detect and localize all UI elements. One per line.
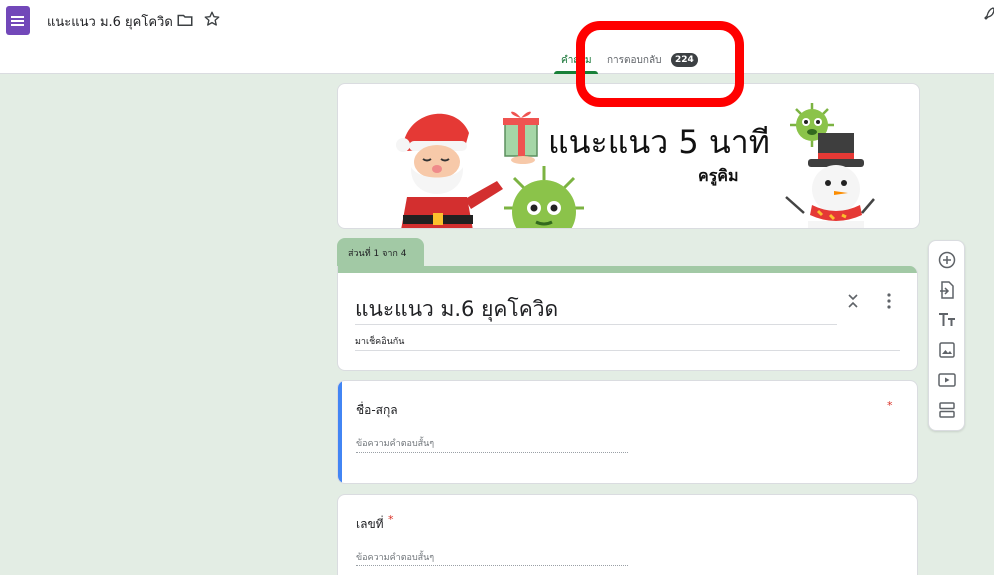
- virus-illustration: [504, 166, 584, 228]
- form-description[interactable]: มาเช็คอินกัน: [355, 334, 404, 348]
- description-underline: [355, 350, 900, 351]
- form-title[interactable]: แนะแนว ม.6 ยุคโควิด: [355, 293, 558, 326]
- section-indicator-tab: ส่วนที่ 1 จาก 4: [337, 238, 424, 267]
- required-asterisk: *: [887, 399, 893, 412]
- gift-illustration: [503, 111, 539, 164]
- document-title[interactable]: แนะแนว ม.6 ยุคโควิด: [47, 11, 173, 32]
- add-question-icon[interactable]: [937, 250, 957, 270]
- red-highlight-annotation: [576, 21, 744, 107]
- collapse-section-icon[interactable]: [846, 292, 860, 310]
- question-label[interactable]: ชื่อ-สกุล: [356, 401, 398, 420]
- form-title-card[interactable]: แนะแนว ม.6 ยุคโควิด มาเช็คอินกัน: [337, 266, 918, 371]
- short-answer-line: [356, 452, 628, 453]
- required-asterisk: *: [388, 513, 394, 526]
- short-answer-placeholder: ข้อความคำตอบสั้นๆ: [356, 439, 435, 449]
- top-bar: แนะแนว ม.6 ยุคโควิด คำถาม การตอบกลับ 224: [0, 0, 994, 74]
- star-icon[interactable]: [203, 10, 221, 28]
- add-title-icon[interactable]: [937, 310, 957, 330]
- add-video-icon[interactable]: [937, 370, 957, 390]
- google-forms-logo-icon[interactable]: [6, 6, 30, 35]
- santa-illustration: [396, 113, 503, 228]
- snowman-illustration: [785, 133, 875, 228]
- question-card-number[interactable]: เลขที่ * ข้อความคำตอบสั้นๆ: [337, 494, 918, 575]
- active-question-indicator: [338, 381, 342, 483]
- title-underline: [355, 324, 837, 325]
- import-questions-icon[interactable]: [937, 280, 957, 300]
- customize-theme-icon[interactable]: [983, 6, 994, 22]
- question-label[interactable]: เลขที่: [356, 515, 384, 534]
- short-answer-line: [356, 565, 628, 566]
- add-section-icon[interactable]: [937, 400, 957, 420]
- theme-color-bar: [338, 266, 917, 273]
- floating-toolbar: [928, 240, 965, 431]
- more-options-icon[interactable]: [882, 292, 896, 310]
- add-image-icon[interactable]: [937, 340, 957, 360]
- banner-subtitle: ครูคิม: [698, 166, 739, 185]
- banner-title: แนะแนว 5 นาที: [548, 123, 770, 161]
- short-answer-placeholder: ข้อความคำตอบสั้นๆ: [356, 553, 435, 563]
- folder-icon[interactable]: [176, 11, 194, 29]
- question-card-name[interactable]: ชื่อ-สกุล * ข้อความคำตอบสั้นๆ: [337, 380, 918, 484]
